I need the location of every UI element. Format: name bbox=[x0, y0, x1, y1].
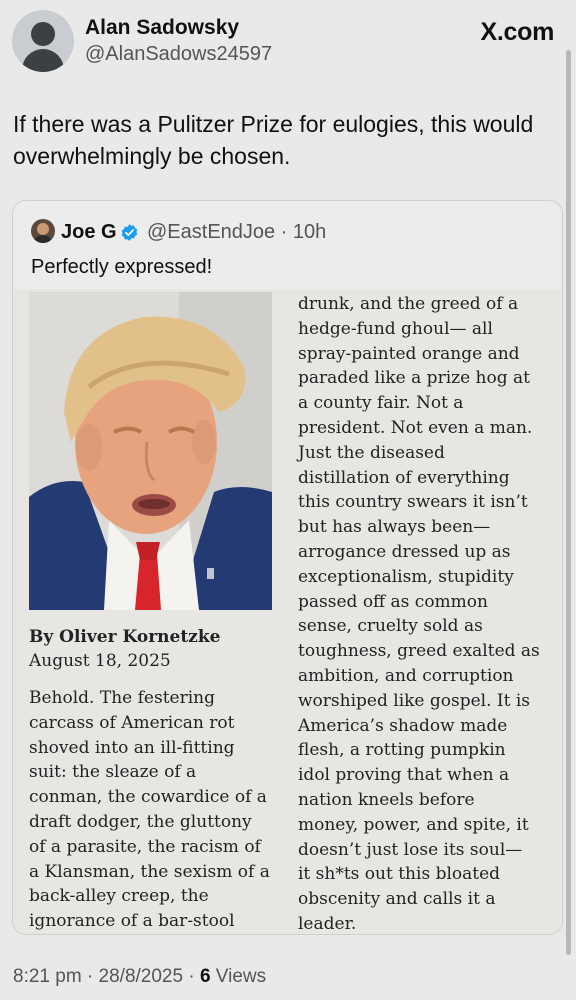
quoted-handle-time[interactable]: @EastEndJoe · 10h bbox=[147, 221, 326, 244]
views-label: Views bbox=[210, 966, 267, 987]
article-column-left: Behold. The festering carcass of America… bbox=[29, 688, 270, 932]
quoted-post-text: Perfectly expressed! bbox=[31, 256, 213, 278]
post-text: If there was a Pulitzer Prize for eulogi… bbox=[13, 111, 534, 169]
brand-watermark: X.com bbox=[480, 18, 554, 46]
post-header: Alan Sadowsky @AlanSadows24597 X.com bbox=[0, 0, 576, 90]
verified-badge-icon bbox=[121, 224, 138, 241]
article-image[interactable]: By Oliver Kornetzke August 18, 2025 Beho… bbox=[13, 289, 562, 934]
quoted-post-card[interactable]: Joe G @EastEndJoe · 10h Perfectly expres… bbox=[12, 200, 563, 935]
quoted-author-avatar[interactable] bbox=[31, 219, 55, 243]
post-meta: 8:21 pm · 28/8/2025 · 6 Views bbox=[13, 966, 266, 988]
post-timestamp[interactable]: 8:21 pm · 28/8/2025 · bbox=[13, 966, 200, 987]
default-avatar-icon[interactable] bbox=[12, 10, 74, 72]
article-column-right: drunk, and the greed of a hedge-fund gho… bbox=[298, 294, 540, 934]
scrollbar[interactable] bbox=[566, 50, 571, 955]
author-handle[interactable]: @AlanSadows24597 bbox=[85, 43, 272, 66]
author-display-name[interactable]: Alan Sadowsky bbox=[85, 16, 239, 40]
portrait-photo bbox=[29, 292, 272, 610]
article-byline: By Oliver Kornetzke bbox=[29, 627, 221, 647]
article-date: August 18, 2025 bbox=[29, 651, 171, 671]
views-count: 6 bbox=[199, 966, 211, 987]
quoted-author-name[interactable]: Joe G bbox=[61, 221, 117, 244]
